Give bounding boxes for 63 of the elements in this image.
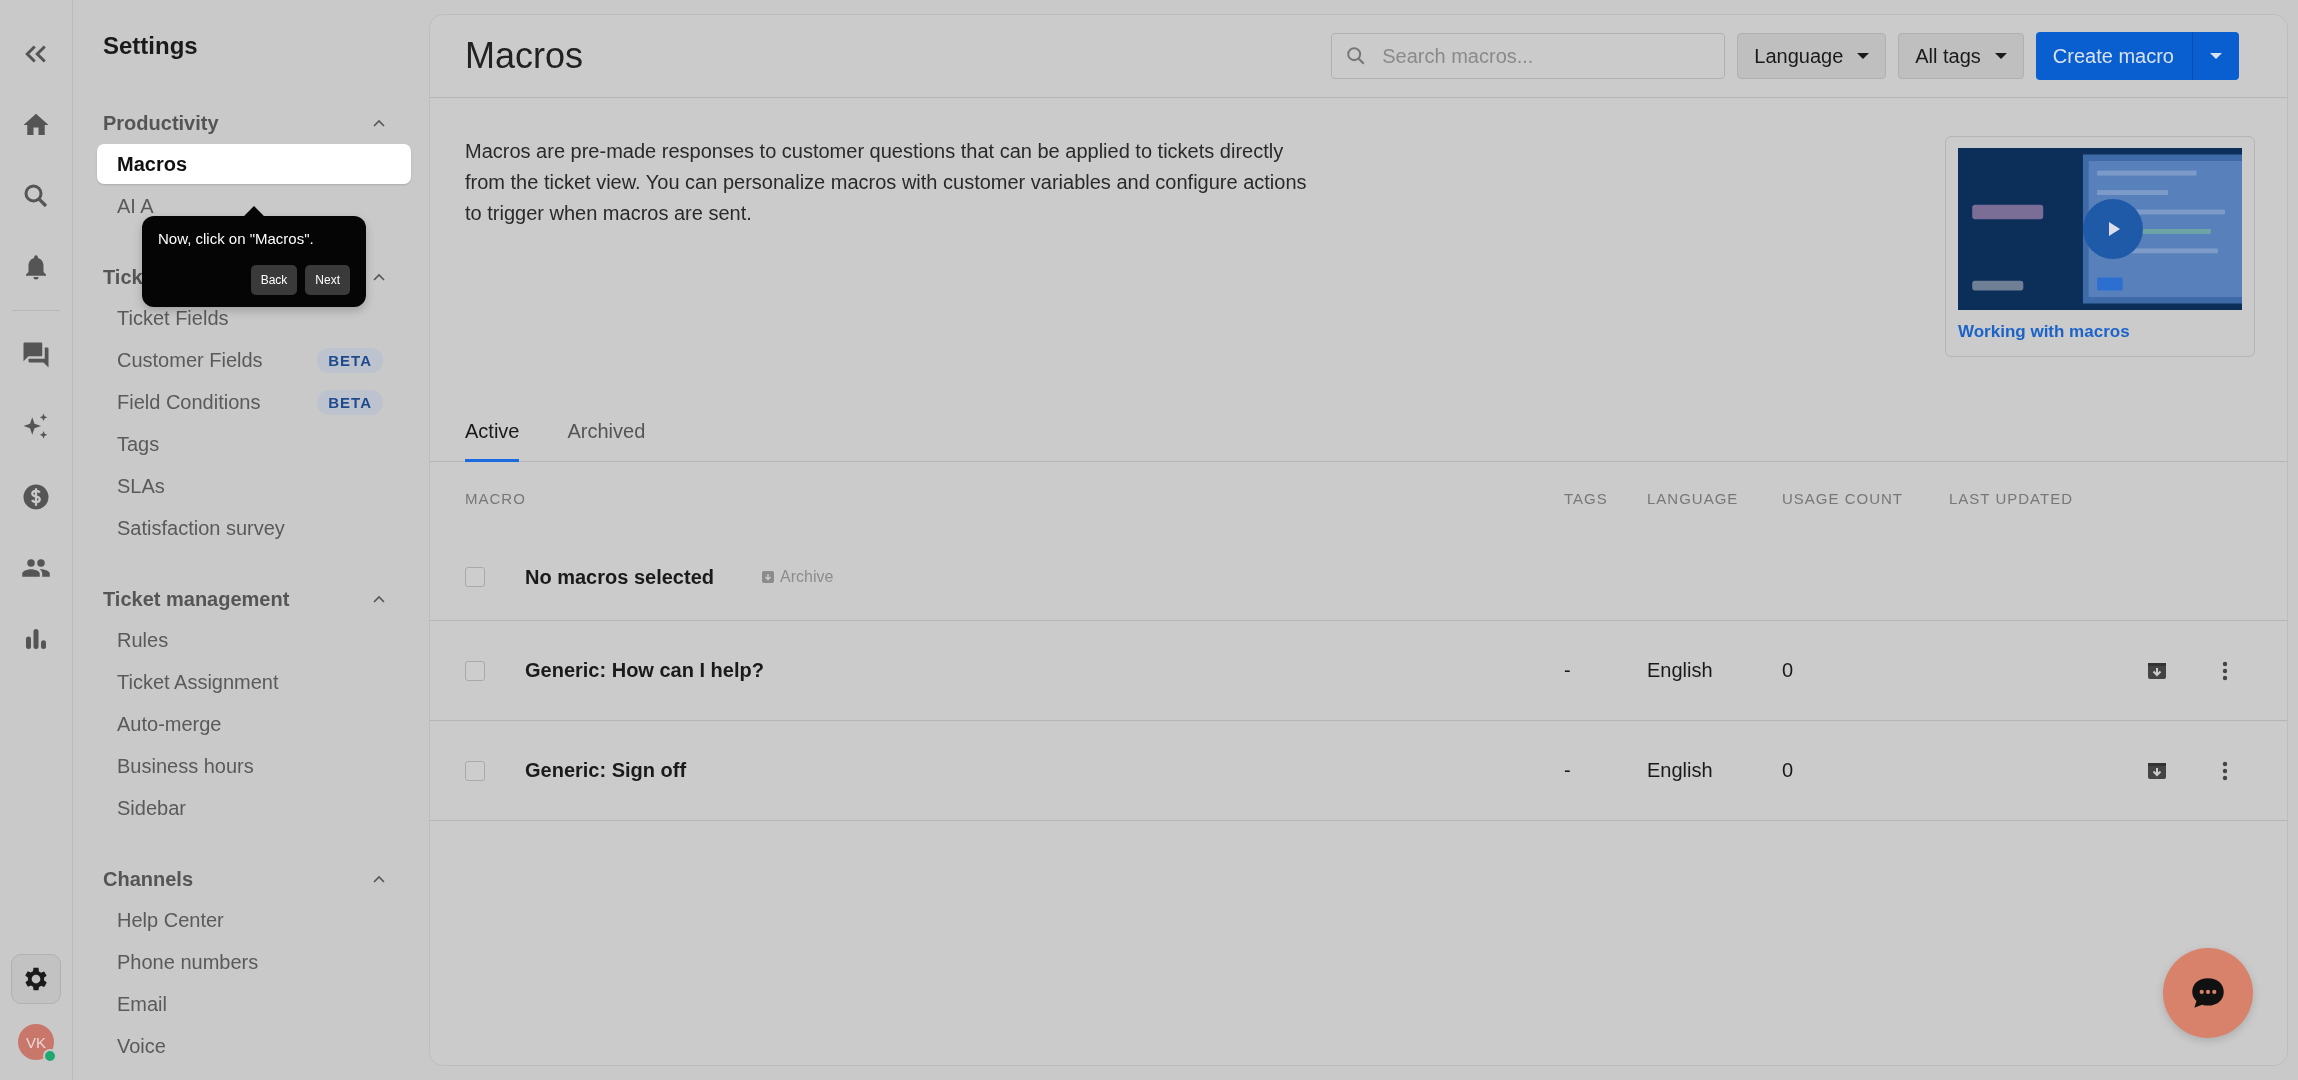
sidebar-title: Settings: [103, 32, 199, 60]
chevron-icon[interactable]: [373, 595, 385, 603]
beta-badge: BETA: [317, 389, 383, 415]
section-heading[interactable]: Ticket management: [103, 587, 290, 611]
more-options-icon[interactable]: [2222, 660, 2228, 681]
row-checkbox[interactable]: [465, 660, 485, 681]
sidebar-item[interactable]: SLAs: [97, 466, 411, 506]
column-header: LANGUAGE: [1647, 489, 1740, 507]
table-cell-text: 0: [1782, 659, 1795, 682]
sidebar-item[interactable]: Phone numbers: [97, 942, 411, 982]
sidebar-item[interactable]: Satisfaction survey: [97, 508, 411, 548]
settings-icon[interactable]: [11, 954, 61, 1004]
section-heading[interactable]: Tick: [103, 265, 143, 289]
archive-icon: [762, 571, 774, 583]
column-header: MACRO: [465, 489, 527, 507]
macro-name[interactable]: Generic: Sign off: [525, 759, 1564, 782]
sidebar-item[interactable]: Macros: [97, 144, 411, 184]
archive-icon[interactable]: [2147, 660, 2167, 681]
description-text: Macros are pre-made responses to customer questions that can be applied to tickets directly from the ticket view. You can personalize macros with customer variables and configure actions to trigger when macros are sent.: [465, 139, 1308, 226]
table-cell-text: English: [1647, 659, 1714, 682]
tooltip-text: Now, click on "Macros".: [158, 230, 315, 247]
sidebar-item[interactable]: Rules: [97, 620, 411, 660]
sidebar-item[interactable]: Ticket Assignment: [97, 662, 411, 702]
sidebar-item[interactable]: Tags: [97, 424, 411, 464]
user-avatar[interactable]: VK: [18, 1024, 54, 1060]
back-button[interactable]: Back: [250, 265, 298, 295]
table-cell-text: -: [1564, 759, 1572, 782]
filter-dropdown[interactable]: All tags: [1898, 33, 2024, 79]
table-cell-text: English: [1647, 759, 1714, 782]
sidebar-item[interactable]: Field Conditions BETA: [97, 382, 411, 422]
row-checkbox[interactable]: [465, 760, 485, 781]
chevron-icon[interactable]: [373, 119, 385, 127]
sidebar-item[interactable]: Email: [97, 984, 411, 1024]
table-cell-text: 0: [1782, 759, 1795, 782]
section-heading[interactable]: Productivity: [103, 111, 219, 135]
tab[interactable]: Archived: [567, 410, 646, 462]
chevron-icon[interactable]: [373, 875, 385, 883]
sidebar-item[interactable]: Customer Fields BETA: [97, 340, 411, 380]
sidebar-item[interactable]: Business hours: [97, 746, 411, 786]
more-options-icon[interactable]: [2222, 760, 2228, 781]
search-field[interactable]: Search macros...: [1331, 33, 1726, 79]
column-header: TAGS: [1564, 489, 1609, 507]
video-card[interactable]: Working with macros: [1945, 136, 2255, 357]
sidebar-item[interactable]: Voice: [97, 1026, 411, 1066]
macro-name[interactable]: Generic: How can I help?: [525, 659, 1564, 682]
selection-status: No macros selected: [525, 565, 714, 589]
column-header: USAGE COUNT: [1782, 489, 1904, 507]
select-all-checkbox[interactable]: [465, 567, 485, 587]
tab[interactable]: Active: [465, 410, 520, 462]
column-header: LAST UPDATED: [1949, 489, 2074, 507]
page-title: Macros: [465, 35, 584, 77]
sidebar-item[interactable]: Auto-merge: [97, 704, 411, 744]
sidebar-item[interactable]: Help Center: [97, 900, 411, 940]
chevron-icon[interactable]: [373, 273, 385, 281]
video-link[interactable]: Working with macros: [1958, 322, 2130, 342]
next-button[interactable]: Next: [305, 265, 350, 295]
create-macro-button[interactable]: Create macro: [2035, 32, 2193, 80]
filter-dropdown[interactable]: Language: [1737, 33, 1887, 79]
archive-icon[interactable]: [2147, 760, 2167, 781]
beta-badge: BETA: [317, 347, 383, 373]
section-heading[interactable]: Channels: [103, 867, 194, 891]
table-cell-text: -: [1564, 659, 1572, 682]
sidebar-item[interactable]: Sidebar: [97, 788, 411, 828]
